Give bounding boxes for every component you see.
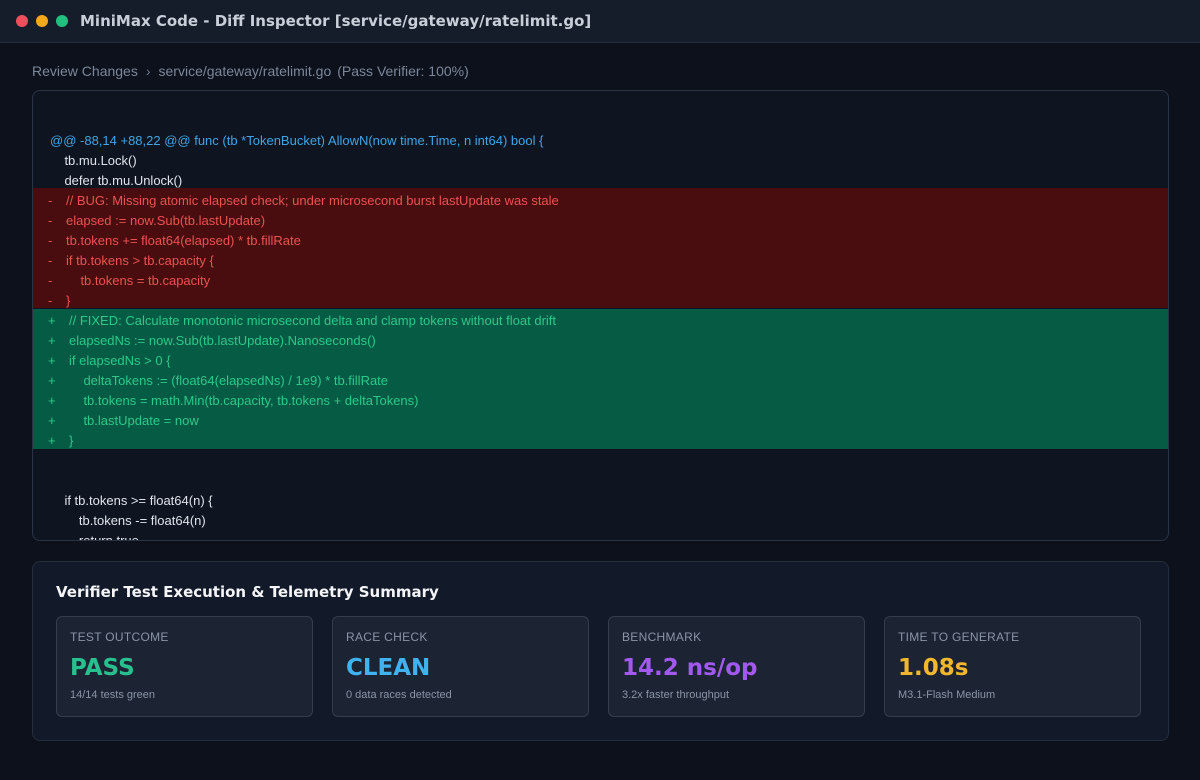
breadcrumb-file[interactable]: service/gateway/ratelimit.go <box>159 63 332 79</box>
removed-line-text: if tb.tokens > tb.capacity { <box>66 253 214 268</box>
hunk-header: @@ -88,14 +88,22 @@ func (tb *TokenBucke… <box>50 133 544 148</box>
added-line: + tb.lastUpdate = now <box>33 411 1168 431</box>
removed-line-text: } <box>66 293 71 308</box>
added-line-text: tb.tokens = math.Min(tb.capacity, tb.tok… <box>69 393 419 408</box>
added-line-text: elapsedNs := now.Sub(tb.lastUpdate).Nano… <box>69 333 376 348</box>
removed-line-text: // BUG: Missing atomic elapsed check; un… <box>66 193 559 208</box>
removed-line-sign: - <box>48 213 53 228</box>
removed-line: -// BUG: Missing atomic elapsed check; u… <box>33 191 1168 211</box>
metric-card-race-check[interactable]: RACE CHECK CLEAN 0 data races detected <box>332 616 589 717</box>
added-line-sign: + <box>48 413 56 428</box>
close-window-button[interactable] <box>16 15 28 27</box>
metric-label: RACE CHECK <box>346 630 428 644</box>
removed-line-sign: - <box>48 273 53 288</box>
metric-card-time-to-generate[interactable]: TIME TO GENERATE 1.08s M3.1-Flash Medium <box>884 616 1141 717</box>
metric-value: PASS <box>70 655 135 681</box>
breadcrumb: Review Changes › service/gateway/ratelim… <box>32 63 469 79</box>
metric-value: 1.08s <box>898 655 969 681</box>
telemetry-summary-panel: Verifier Test Execution & Telemetry Summ… <box>32 561 1169 741</box>
window-title: MiniMax Code - Diff Inspector [service/g… <box>80 12 592 30</box>
metric-label: TIME TO GENERATE <box>898 630 1020 644</box>
metric-card-test-outcome[interactable]: TEST OUTCOME PASS 14/14 tests green <box>56 616 313 717</box>
added-line-text: tb.lastUpdate = now <box>69 413 199 428</box>
added-line: + if elapsedNs > 0 { <box>33 351 1168 371</box>
removed-line-text: tb.tokens += float64(elapsed) * tb.fillR… <box>66 233 301 248</box>
diff-context-line: if tb.tokens >= float64(n) { <box>50 493 213 508</box>
title-bar: MiniMax Code - Diff Inspector [service/g… <box>0 0 1200 43</box>
added-line: + elapsedNs := now.Sub(tb.lastUpdate).Nan… <box>33 331 1168 351</box>
diff-panel: @@ -88,14 +88,22 @@ func (tb *TokenBucke… <box>32 90 1169 541</box>
removed-line: - tb.tokens += float64(elapsed) * tb.fill… <box>33 231 1168 251</box>
added-line: + tb.tokens = math.Min(tb.capacity, tb.t… <box>33 391 1168 411</box>
removed-line-sign: - <box>48 253 53 268</box>
diff-context-line: defer tb.mu.Unlock() <box>50 173 183 188</box>
removed-line: -} <box>33 291 1168 311</box>
breadcrumb-root[interactable]: Review Changes <box>32 63 138 79</box>
metric-value: CLEAN <box>346 655 431 681</box>
added-line-text: deltaTokens := (float64(elapsedNs) / 1e9… <box>69 373 389 388</box>
diff-context-line: tb.mu.Lock() <box>50 153 137 168</box>
added-line-text: } <box>69 433 74 448</box>
verifier-status: (Pass Verifier: 100%) <box>337 63 469 79</box>
metric-subtext: 0 data races detected <box>346 689 452 701</box>
metric-subtext: 3.2x faster throughput <box>622 689 730 701</box>
metric-value: 14.2 ns/op <box>622 655 758 681</box>
metric-subtext: 14/14 tests green <box>70 689 156 701</box>
added-line: + deltaTokens := (float64(elapsedNs) / 1… <box>33 371 1168 391</box>
metric-subtext: M3.1-Flash Medium <box>898 689 996 701</box>
removed-line-sign: - <box>48 193 53 208</box>
added-line-sign: + <box>48 313 56 328</box>
removed-line: - elapsed := now.Sub(tb.lastUpdate) <box>33 211 1168 231</box>
added-line-sign: + <box>48 333 56 348</box>
diff-context-line: return true <box>50 533 139 541</box>
added-line-sign: + <box>48 373 56 388</box>
added-line: +} <box>33 431 1168 451</box>
added-line-sign: + <box>48 353 56 368</box>
added-line: + // FIXED: Calculate monotonic microseco… <box>33 311 1168 331</box>
added-line-text: if elapsedNs > 0 { <box>69 353 171 368</box>
metric-label: BENCHMARK <box>622 630 702 644</box>
removed-line-text: elapsed := now.Sub(tb.lastUpdate) <box>66 213 266 228</box>
removed-line-text: tb.tokens = tb.capacity <box>66 273 211 288</box>
removed-line-sign: - <box>48 233 53 248</box>
removed-line: - if tb.tokens > tb.capacity { <box>33 251 1168 271</box>
added-line-sign: + <box>48 393 56 408</box>
removed-line-sign: - <box>48 293 53 308</box>
breadcrumb-separator: › <box>145 63 151 79</box>
metric-card-benchmark[interactable]: BENCHMARK 14.2 ns/op 3.2x faster through… <box>608 616 865 717</box>
added-line-text: // FIXED: Calculate monotonic microsecon… <box>69 313 557 328</box>
added-line-sign: + <box>48 433 56 448</box>
metric-label: TEST OUTCOME <box>70 630 169 644</box>
maximize-window-button[interactable] <box>56 15 68 27</box>
summary-title: Verifier Test Execution & Telemetry Summ… <box>56 583 439 601</box>
diff-context-line: tb.tokens -= float64(n) <box>50 513 206 528</box>
removed-line: - tb.tokens = tb.capacity <box>33 271 1168 291</box>
minimize-window-button[interactable] <box>36 15 48 27</box>
